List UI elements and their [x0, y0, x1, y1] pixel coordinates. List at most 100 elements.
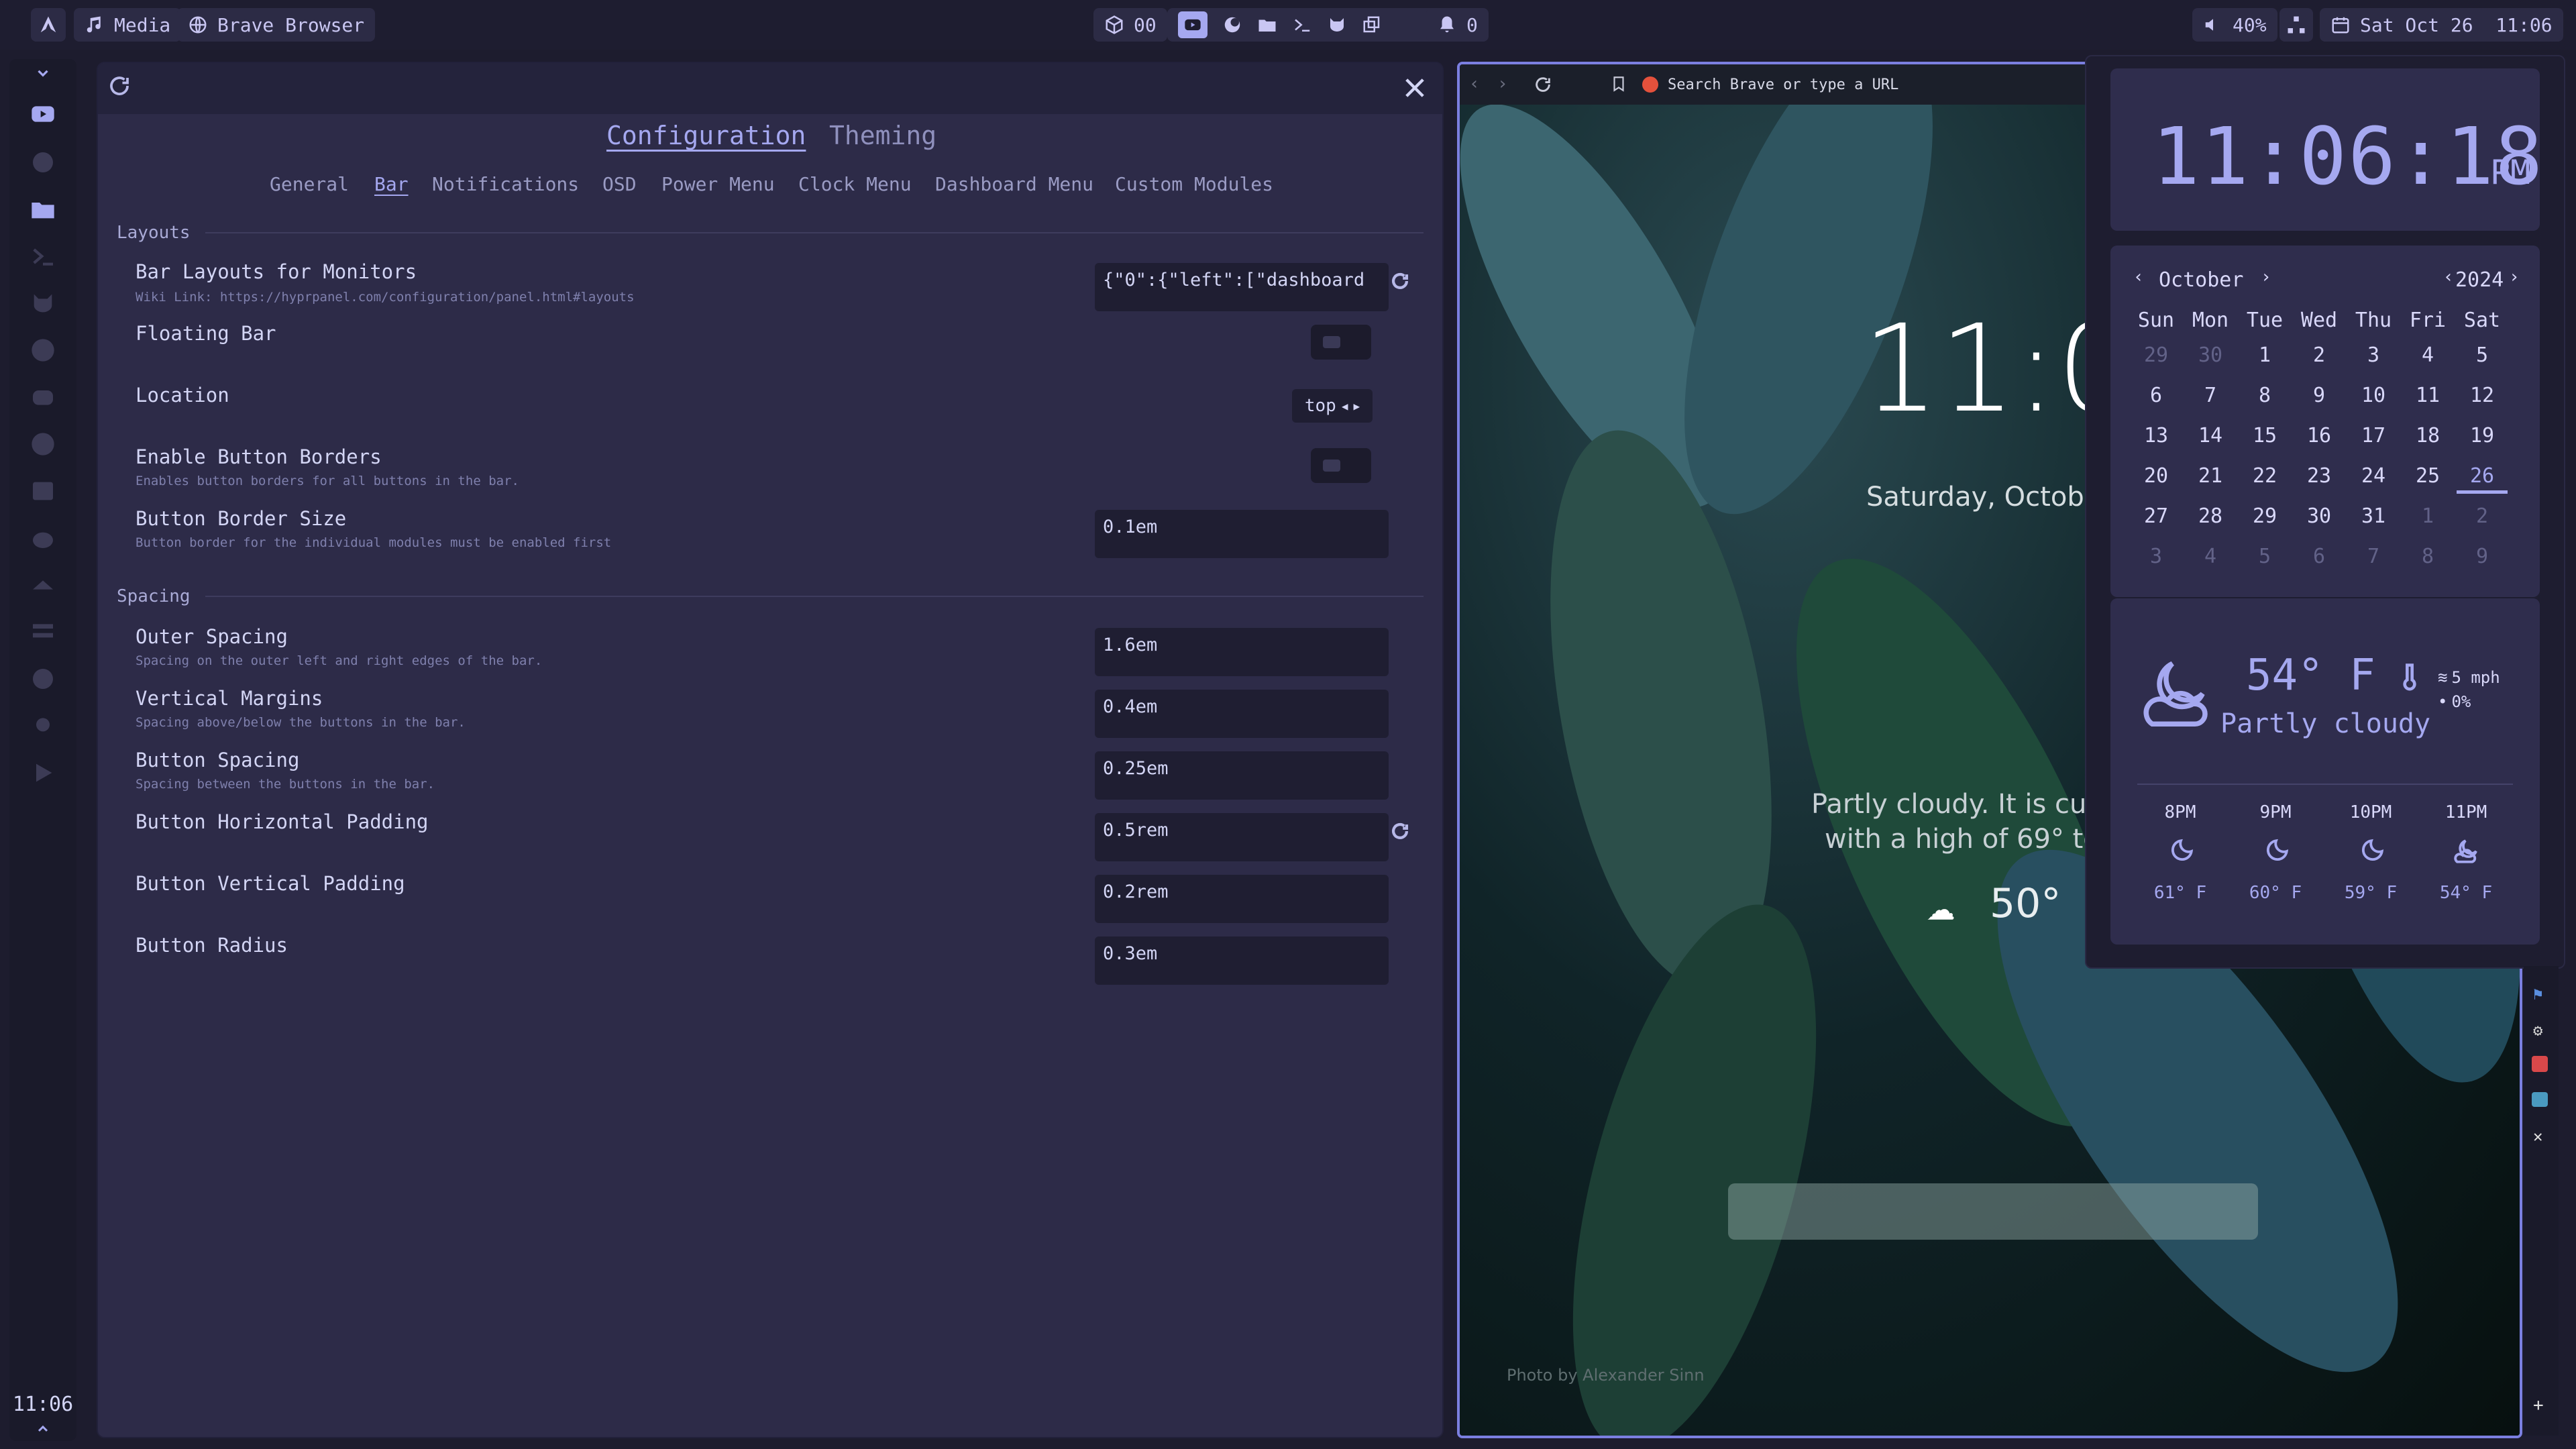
subtab-osd[interactable]: OSD	[602, 173, 637, 195]
network-module[interactable]	[2279, 8, 2313, 42]
button-spacing-input[interactable]: 0.25em	[1095, 751, 1389, 800]
refresh-button[interactable]	[107, 74, 134, 101]
calendar-day[interactable]: 9	[2294, 384, 2345, 407]
calendar-day[interactable]: 8	[2239, 384, 2290, 407]
dock-steam[interactable]	[24, 566, 62, 604]
dock-telegram[interactable]	[24, 425, 62, 463]
windows-task-icon[interactable]	[1362, 15, 1382, 35]
calendar-day[interactable]: 31	[2348, 504, 2399, 528]
calendar-day[interactable]: 27	[2131, 504, 2182, 528]
calendar-day[interactable]: 21	[2185, 464, 2236, 488]
calendar-day[interactable]: 3	[2348, 343, 2399, 367]
workspace-counter[interactable]: 00	[1093, 8, 1167, 42]
h-padding-input[interactable]: 0.5rem	[1095, 813, 1389, 861]
calendar-day[interactable]: 2	[2294, 343, 2345, 367]
bar-layouts-input[interactable]: {"0":{"left":["dashboard	[1095, 263, 1389, 311]
brave-task-icon[interactable]	[1222, 15, 1242, 35]
dock-expand-button[interactable]	[9, 1421, 76, 1440]
dock-kitty[interactable]	[24, 284, 62, 322]
close-tray-icon[interactable]: ✕	[2533, 1127, 2542, 1146]
back-icon[interactable]: ‹	[1469, 74, 1480, 94]
calendar-day[interactable]: 1	[2402, 504, 2453, 528]
calendar-day[interactable]: 4	[2402, 343, 2453, 367]
vertical-margins-input[interactable]: 0.4em	[1095, 690, 1389, 738]
reload-icon[interactable]	[1534, 75, 1552, 94]
calendar-day[interactable]: 12	[2457, 384, 2508, 407]
app-tray-icon[interactable]	[2532, 1056, 2548, 1072]
arrow-right-icon[interactable]: ▶	[1353, 400, 1360, 413]
youtube-task-icon[interactable]	[1178, 11, 1208, 38]
bar-layouts-reset-button[interactable]	[1389, 270, 1411, 292]
calendar-day[interactable]: 2	[2457, 504, 2508, 528]
bookmark-icon[interactable]	[1610, 75, 1627, 93]
subtab-clock-menu[interactable]: Clock Menu	[798, 173, 912, 195]
terminal-task-icon[interactable]	[1292, 15, 1312, 35]
dock-amazon[interactable]	[24, 707, 62, 745]
newtab-search-box[interactable]	[1728, 1183, 2258, 1240]
calendar-day[interactable]: 17	[2348, 424, 2399, 447]
flag-icon[interactable]: ⚑	[2533, 985, 2542, 1004]
calendar-day[interactable]: 7	[2185, 384, 2236, 407]
calendar-day[interactable]: 22	[2239, 464, 2290, 488]
notifications-module[interactable]: 0	[1426, 8, 1489, 42]
calendar-day[interactable]: 14	[2185, 424, 2236, 447]
dock-github[interactable]	[24, 331, 62, 369]
dock-reddit[interactable]	[24, 519, 62, 557]
subtab-power-menu[interactable]: Power Menu	[661, 173, 775, 195]
calendar-day[interactable]: 10	[2348, 384, 2399, 407]
calendar-day[interactable]: 4	[2185, 545, 2236, 568]
screenshot-tray-icon[interactable]	[2532, 1092, 2548, 1107]
tab-configuration[interactable]: Configuration	[606, 121, 806, 150]
location-select[interactable]: top ◀ ▶	[1292, 389, 1373, 423]
floating-bar-toggle[interactable]	[1311, 325, 1371, 360]
bar-layouts-wiki-link[interactable]: Wiki Link: https://hyprpanel.com/configu…	[136, 290, 635, 305]
folder-task-icon[interactable]	[1257, 15, 1277, 35]
calendar-day-today[interactable]: 26	[2457, 464, 2508, 494]
calendar-day[interactable]: 29	[2239, 504, 2290, 528]
dock-collapse-button[interactable]	[24, 63, 62, 83]
calendar-day[interactable]: 13	[2131, 424, 2182, 447]
window-title-module[interactable]: Brave Browser	[177, 8, 376, 42]
add-icon[interactable]: +	[2533, 1395, 2544, 1415]
calendar-day[interactable]: 25	[2402, 464, 2453, 488]
dock-discord[interactable]	[24, 378, 62, 416]
calendar-day[interactable]: 20	[2131, 464, 2182, 488]
dock-list[interactable]	[24, 613, 62, 651]
address-bar[interactable]: Search Brave or type a URL	[1642, 70, 2085, 99]
calendar-day[interactable]: 16	[2294, 424, 2345, 447]
calendar-day[interactable]: 15	[2239, 424, 2290, 447]
outer-spacing-input[interactable]: 1.6em	[1095, 628, 1389, 676]
calendar-day[interactable]: 30	[2294, 504, 2345, 528]
subtab-custom-modules[interactable]: Custom Modules	[1115, 173, 1273, 195]
enable-borders-toggle[interactable]	[1311, 448, 1371, 483]
dock-sync[interactable]	[24, 660, 62, 698]
v-padding-input[interactable]: 0.2rem	[1095, 875, 1389, 923]
calendar-day[interactable]: 23	[2294, 464, 2345, 488]
calendar-day[interactable]: 29	[2131, 343, 2182, 367]
calendar-day[interactable]: 6	[2294, 545, 2345, 568]
h-padding-reset-button[interactable]	[1389, 820, 1411, 843]
calendar-day[interactable]: 6	[2131, 384, 2182, 407]
subtab-notifications[interactable]: Notifications	[432, 173, 579, 195]
clock-module[interactable]: Sat Oct 26 11:06	[2320, 8, 2563, 42]
media-module[interactable]: Media	[74, 8, 182, 42]
calendar-day[interactable]: 7	[2348, 545, 2399, 568]
subtab-dashboard-menu[interactable]: Dashboard Menu	[935, 173, 1093, 195]
subtab-bar[interactable]: Bar	[374, 173, 409, 195]
dock-youtube[interactable]	[24, 95, 62, 133]
dock-brave[interactable]	[24, 144, 62, 181]
taskbar-module[interactable]	[1167, 8, 1444, 42]
gear-tray-icon[interactable]: ⚙	[2533, 1021, 2542, 1040]
calendar-day[interactable]: 11	[2402, 384, 2453, 407]
calendar-day[interactable]: 28	[2185, 504, 2236, 528]
dock-files[interactable]	[24, 191, 62, 228]
calendar-day[interactable]: 30	[2185, 343, 2236, 367]
dock-play[interactable]	[24, 754, 62, 792]
calendar-day[interactable]: 19	[2457, 424, 2508, 447]
radius-input[interactable]: 0.3em	[1095, 936, 1389, 985]
border-size-input[interactable]: 0.1em	[1095, 510, 1389, 558]
forward-icon[interactable]: ›	[1497, 74, 1508, 94]
dock-terminal[interactable]	[24, 237, 62, 275]
calendar-day[interactable]: 24	[2348, 464, 2399, 488]
calendar-day[interactable]: 5	[2239, 545, 2290, 568]
